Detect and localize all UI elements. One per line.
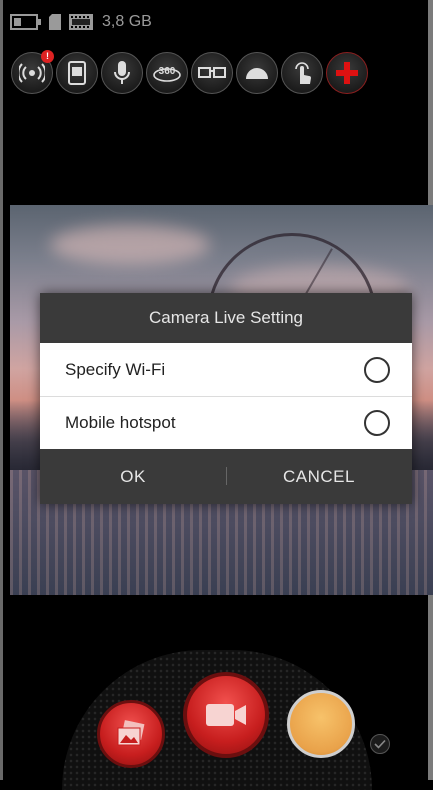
microphone-icon: [114, 61, 130, 84]
option-label: Specify Wi-Fi: [65, 359, 166, 379]
radio-button[interactable]: [364, 356, 390, 383]
wifi-broadcast-button[interactable]: !: [11, 50, 54, 94]
sd-card-icon: [49, 14, 61, 30]
device-button[interactable]: [56, 52, 98, 94]
dome-icon: [246, 68, 268, 79]
button-divider: [226, 467, 227, 485]
touch-button[interactable]: [281, 52, 323, 94]
top-toolbar: ! 360: [11, 50, 368, 94]
app-screen: 3,8 GB ! 360 Camera Live Setting Specify…: [0, 0, 433, 790]
video-camera-icon: [206, 704, 246, 726]
option-mobile-hotspot[interactable]: Mobile hotspot: [40, 396, 412, 449]
gallery-button[interactable]: [97, 700, 165, 768]
film-icon: [69, 14, 93, 30]
storage-text: 3,8 GB: [102, 13, 152, 30]
vr-glasses-button[interactable]: [191, 52, 233, 94]
status-bar: 3,8 GB: [10, 10, 152, 34]
frame-edge-left: [0, 0, 3, 780]
radio-button[interactable]: [364, 410, 390, 436]
wifi-broadcast-icon: [19, 63, 45, 83]
add-button[interactable]: [326, 52, 368, 94]
ok-button[interactable]: OK: [40, 467, 226, 487]
360-label: 360: [159, 66, 176, 77]
camera-live-setting-dialog: Camera Live Setting Specify Wi-Fi Mobile…: [40, 293, 412, 504]
check-button[interactable]: [370, 734, 390, 754]
360-button[interactable]: 360: [146, 52, 188, 94]
dome-button[interactable]: [236, 52, 278, 94]
vr-glasses-icon: [198, 67, 226, 78]
option-label: Mobile hotspot: [65, 413, 176, 432]
battery-icon: [10, 14, 41, 30]
notification-badge: !: [41, 50, 54, 63]
video-record-button[interactable]: [183, 672, 269, 758]
check-icon: [374, 739, 386, 749]
microphone-button[interactable]: [101, 52, 143, 94]
dialog-title: Camera Live Setting: [40, 293, 412, 343]
cancel-button[interactable]: CANCEL: [226, 467, 412, 487]
photo-shutter-button[interactable]: [287, 690, 355, 758]
device-icon: [68, 61, 86, 85]
touch-icon: [295, 62, 311, 84]
preview-cloud: [50, 225, 210, 265]
dialog-actions: OK CANCEL: [40, 449, 412, 504]
add-icon: [336, 62, 358, 84]
gallery-icon: [117, 720, 145, 746]
option-specify-wifi[interactable]: Specify Wi-Fi: [40, 343, 412, 396]
360-icon: 360: [153, 66, 181, 82]
